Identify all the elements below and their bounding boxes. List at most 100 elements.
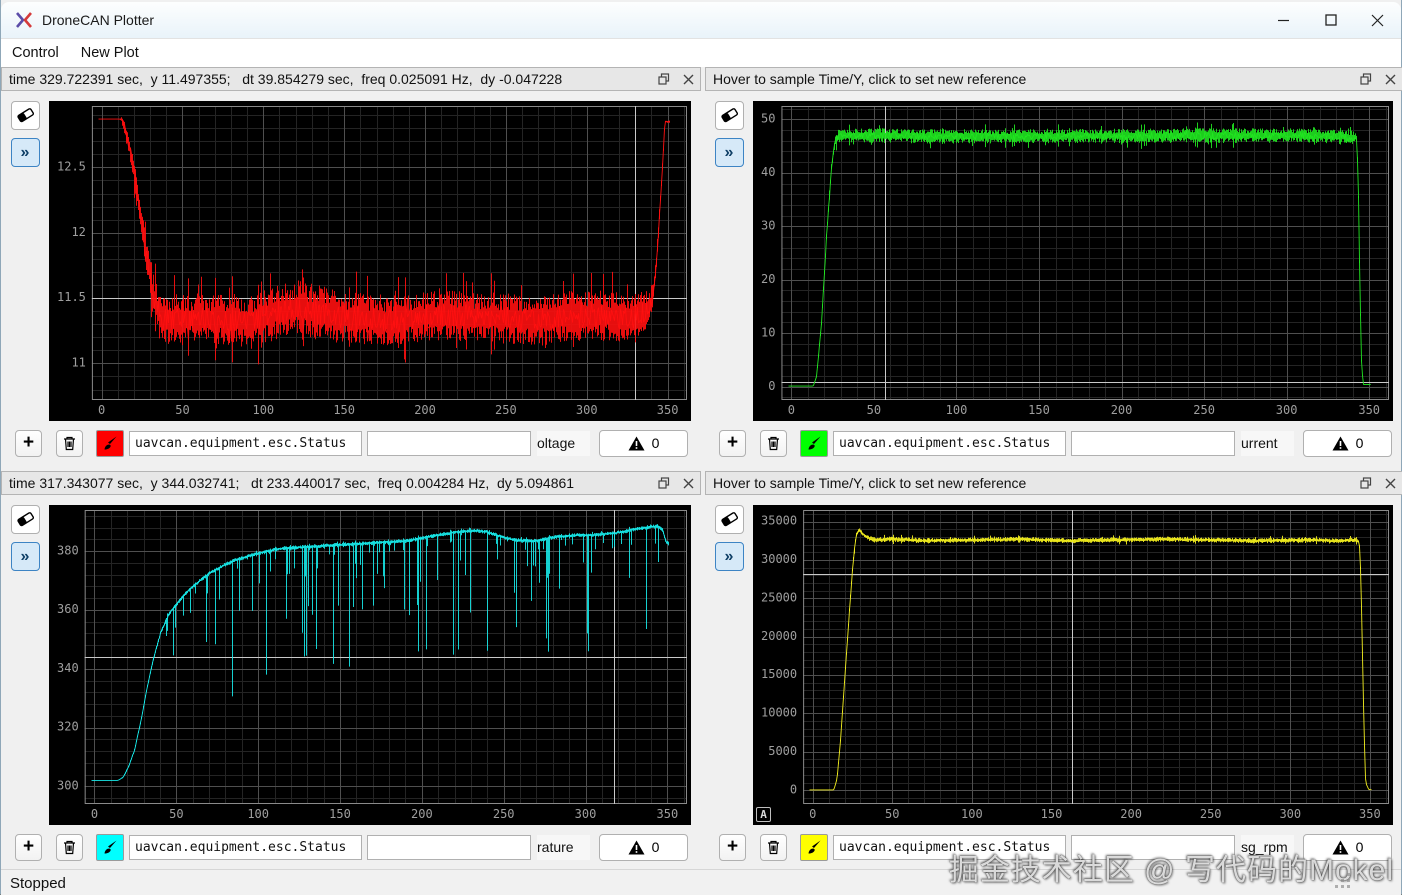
signal-name-input[interactable] (833, 834, 1066, 860)
status-text: Stopped (10, 875, 66, 892)
close-panel-button[interactable] (676, 472, 700, 494)
plot-area-current (753, 101, 1393, 421)
signal-value-input[interactable] (1071, 834, 1235, 860)
plot-canvas-voltage[interactable] (49, 101, 691, 421)
minimize-icon (1278, 19, 1289, 21)
signal-value-input[interactable] (367, 430, 531, 456)
error-count-value: 0 (651, 839, 660, 855)
close-button[interactable] (1354, 2, 1401, 38)
paintbrush-icon (104, 436, 116, 449)
add-signal-button[interactable]: + (15, 833, 42, 861)
dock-header-bottom-left[interactable]: time 317.343077 sec, y 344.032741; dt 23… (1, 471, 701, 495)
delete-signal-button[interactable] (56, 833, 83, 861)
trace-color-swatch[interactable] (96, 429, 124, 457)
signal-name-input[interactable] (833, 430, 1066, 456)
eraser-button[interactable] (714, 505, 744, 534)
add-signal-button[interactable]: + (719, 833, 746, 861)
status-bar: Stopped (1, 869, 1401, 895)
sample-readout-text: time 317.343077 sec, y 344.032741; dt 23… (9, 475, 575, 491)
window-titlebar: DroneCAN Plotter (1, 2, 1401, 39)
trace-color-swatch[interactable] (800, 833, 828, 861)
error-count-button[interactable]: 0 (1303, 833, 1392, 861)
autoscale-badge[interactable]: A (756, 807, 771, 822)
add-signal-button[interactable]: + (719, 429, 746, 457)
delete-signal-button[interactable] (56, 429, 83, 457)
trash-icon (768, 436, 779, 451)
plot-panel-bottom-right: Hover to sample Time/Y, click to set new… (705, 471, 1402, 869)
expand-tools-button[interactable]: » (714, 542, 744, 571)
eraser-icon (720, 108, 738, 123)
plus-icon: + (726, 432, 739, 453)
plot-area-temperature (49, 505, 691, 825)
close-panel-button[interactable] (1378, 68, 1402, 90)
trace-color-swatch[interactable] (96, 833, 124, 861)
eraser-button[interactable] (714, 101, 744, 130)
plot-canvas-current[interactable] (753, 101, 1393, 421)
float-panel-button[interactable] (652, 68, 676, 90)
subfield-label[interactable]: sg_rpm (1241, 834, 1294, 860)
close-icon (683, 74, 693, 84)
eraser-button[interactable] (10, 101, 40, 130)
dock-workspace: time 329.722391 sec, y 11.497355; dt 39.… (1, 67, 1402, 869)
paintbrush-icon (808, 436, 820, 449)
float-panel-button[interactable] (1354, 472, 1378, 494)
float-panel-button[interactable] (1354, 68, 1378, 90)
signal-controls-top-right: + urrent (705, 421, 1402, 465)
trace-color-swatch[interactable] (800, 429, 828, 457)
plot-canvas-rpm[interactable] (753, 505, 1393, 825)
menu-new-plot[interactable]: New Plot (70, 42, 150, 64)
trash-icon (64, 840, 75, 855)
add-signal-button[interactable]: + (15, 429, 42, 457)
plot-area-rpm: A (753, 505, 1393, 825)
plot-canvas-temperature[interactable] (49, 505, 691, 825)
maximize-button[interactable] (1307, 2, 1354, 38)
close-panel-button[interactable] (676, 68, 700, 90)
expand-tools-button[interactable]: » (714, 138, 744, 167)
dock-header-bottom-right[interactable]: Hover to sample Time/Y, click to set new… (705, 471, 1402, 495)
signal-controls-top-left: + oltage (1, 421, 701, 465)
minimize-button[interactable] (1260, 2, 1307, 38)
error-count-button[interactable]: 0 (599, 833, 688, 861)
subfield-label[interactable]: rature (537, 834, 590, 860)
eraser-icon (16, 512, 34, 527)
delete-signal-button[interactable] (760, 833, 787, 861)
window-title: DroneCAN Plotter (42, 12, 155, 28)
hover-hint-text: Hover to sample Time/Y, click to set new… (713, 71, 1027, 87)
expand-tools-button[interactable]: » (10, 138, 40, 167)
dock-header-top-left[interactable]: time 329.722391 sec, y 11.497355; dt 39.… (1, 67, 701, 91)
dock-header-top-right[interactable]: Hover to sample Time/Y, click to set new… (705, 67, 1402, 91)
error-count-value: 0 (1355, 839, 1364, 855)
plot-panel-top-left: time 329.722391 sec, y 11.497355; dt 39.… (1, 67, 701, 465)
plot-area-voltage (49, 101, 691, 421)
app-window: DroneCAN Plotter Control New Plot time 3… (0, 0, 1402, 895)
close-icon (1385, 478, 1395, 488)
warning-icon (628, 840, 645, 854)
plot-panel-bottom-left: time 317.343077 sec, y 344.032741; dt 23… (1, 471, 701, 869)
maximize-icon (1324, 14, 1337, 26)
menu-control[interactable]: Control (1, 42, 70, 64)
signal-name-input[interactable] (129, 430, 362, 456)
warning-icon (1332, 436, 1349, 450)
error-count-value: 0 (651, 435, 660, 451)
error-count-button[interactable]: 0 (1303, 429, 1392, 457)
trash-icon (64, 436, 75, 451)
signal-name-input[interactable] (129, 834, 362, 860)
plus-icon: + (22, 836, 35, 857)
expand-tools-button[interactable]: » (10, 542, 40, 571)
eraser-button[interactable] (10, 505, 40, 534)
close-icon (1371, 14, 1384, 26)
delete-signal-button[interactable] (760, 429, 787, 457)
warning-icon (628, 436, 645, 450)
warning-icon (1332, 840, 1349, 854)
close-icon (1385, 74, 1395, 84)
signal-value-input[interactable] (367, 834, 531, 860)
close-panel-button[interactable] (1378, 472, 1402, 494)
paintbrush-icon (808, 840, 820, 853)
subfield-label[interactable]: oltage (537, 430, 590, 456)
eraser-icon (720, 512, 738, 527)
float-panel-button[interactable] (652, 472, 676, 494)
signal-value-input[interactable] (1071, 430, 1235, 456)
plus-icon: + (22, 432, 35, 453)
error-count-button[interactable]: 0 (599, 429, 688, 457)
subfield-label[interactable]: urrent (1241, 430, 1294, 456)
